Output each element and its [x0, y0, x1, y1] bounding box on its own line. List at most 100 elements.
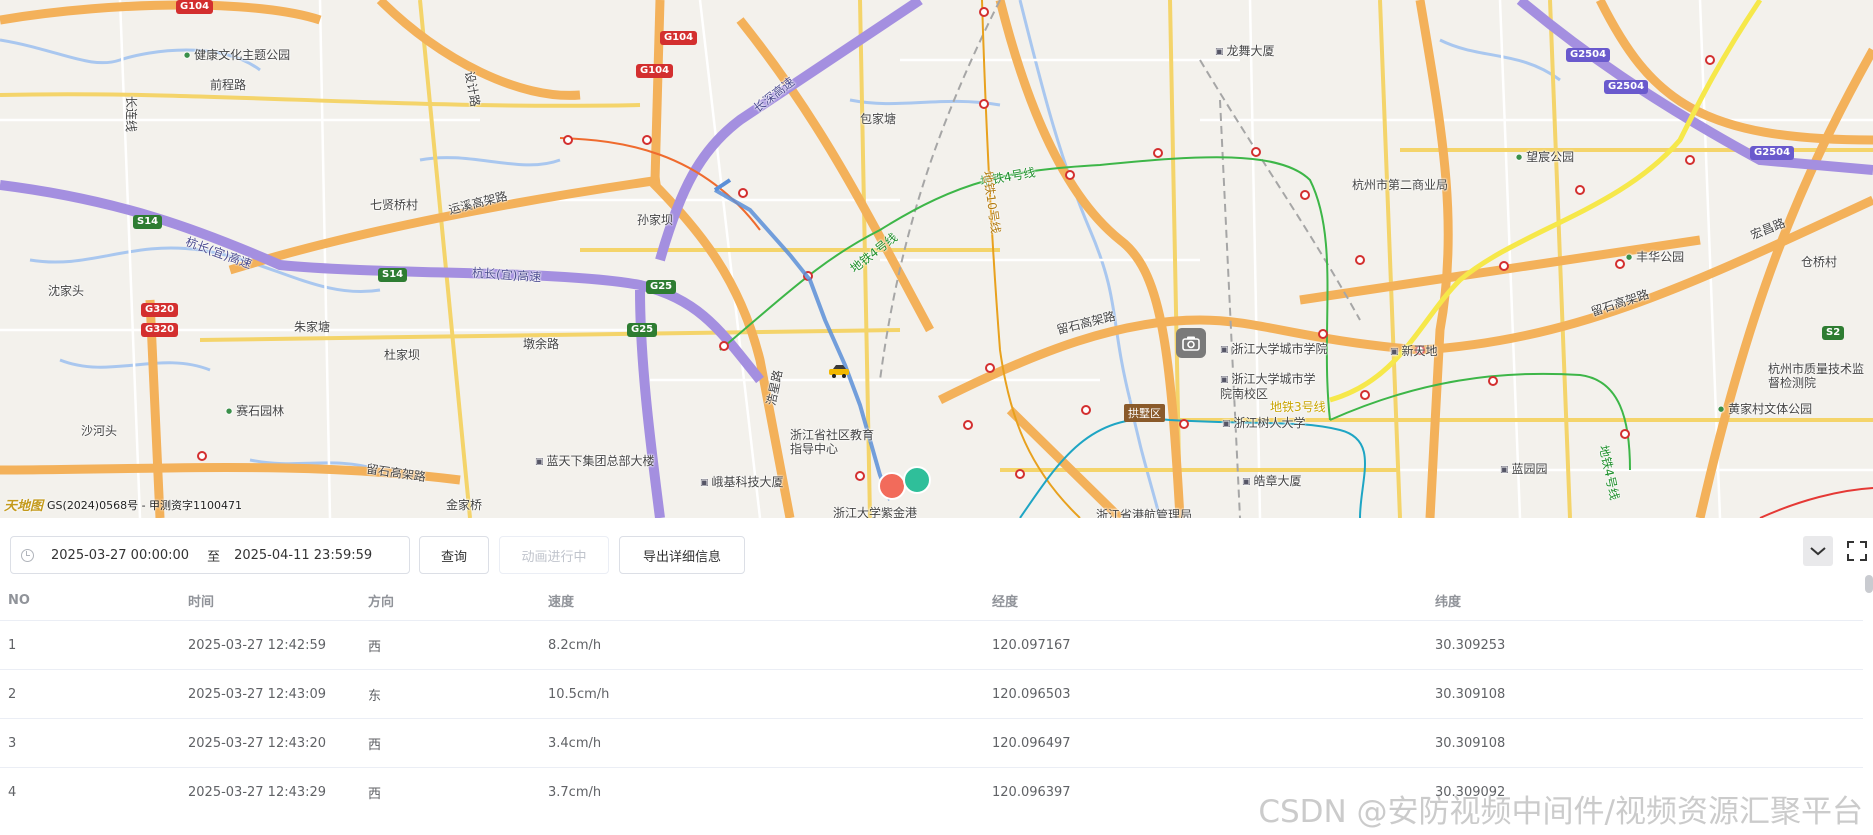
table-row[interactable]: 1 2025-03-27 12:42:59 西 8.2cm/h 120.0971…	[0, 621, 1863, 670]
map-label: 皓章大厦	[1242, 474, 1302, 489]
query-button[interactable]: 查询	[419, 536, 489, 574]
col-header-time[interactable]: 时间	[180, 591, 360, 610]
map-label: 长连线	[124, 96, 138, 133]
map-label: 金家桥	[446, 498, 483, 512]
highway-shield: G25	[627, 323, 658, 337]
map-label: 墩余路	[523, 337, 560, 351]
map-label: 浙江省社区教育指导中心	[790, 428, 875, 456]
highway-shield: G104	[636, 64, 674, 78]
map-label: 浙江大学城市学院	[1220, 342, 1328, 357]
cell-no: 2	[8, 686, 17, 702]
map-label: 蓝园园	[1500, 462, 1548, 477]
table-scrollbar[interactable]	[1865, 575, 1873, 593]
cell-latitude: 30.309108	[1435, 735, 1506, 751]
track-end-marker[interactable]	[903, 466, 931, 494]
cell-time: 2025-03-27 12:43:20	[188, 735, 327, 751]
cell-speed: 3.7cm/h	[548, 784, 602, 800]
cell-no: 3	[8, 735, 17, 751]
track-detail-table: NO 时间 方向 速度 经度 纬度 1 2025-03-27 12:42:59 …	[0, 580, 1863, 816]
range-separator: 至	[207, 549, 221, 565]
map-label: 杭州市第二商业局	[1352, 178, 1449, 192]
map-label: 七贤桥村	[370, 198, 419, 212]
col-header-no[interactable]: NO	[0, 593, 180, 608]
highway-shield: G104	[176, 0, 214, 14]
cell-time: 2025-03-27 12:42:59	[188, 637, 327, 653]
cell-latitude: 30.309253	[1435, 637, 1506, 653]
cell-direction: 东	[368, 688, 382, 704]
vehicle-icon[interactable]	[828, 364, 850, 378]
cell-time: 2025-03-27 12:43:09	[188, 686, 327, 702]
highway-shield: G2504	[1604, 80, 1649, 94]
map-label: 包家塘	[860, 112, 897, 126]
map-label: 峨基科技大厦	[700, 475, 784, 490]
table-row[interactable]: 2 2025-03-27 12:43:09 东 10.5cm/h 120.096…	[0, 670, 1863, 719]
map-label: 杜家坝	[384, 348, 421, 362]
map-label: 孙家坝	[637, 213, 674, 227]
col-header-longitude[interactable]: 经度	[984, 591, 1427, 610]
district-label: 拱墅区	[1124, 404, 1165, 422]
col-header-direction[interactable]: 方向	[360, 591, 540, 610]
copyright-text: GS(2024)0568号 - 甲测资字1100471	[47, 498, 243, 512]
export-details-button[interactable]: 导出详细信息	[619, 536, 745, 574]
map-label: 望宸公园	[1516, 150, 1574, 164]
map-label: 蓝天下集团总部大楼	[535, 454, 655, 469]
cell-direction: 西	[368, 639, 382, 655]
cell-speed: 3.4cm/h	[548, 735, 602, 751]
end-time-input[interactable]: 2025-04-11 23:59:59	[234, 548, 372, 563]
map-label: 浙江大学紫金港	[833, 506, 918, 518]
camera-icon[interactable]	[1176, 328, 1206, 358]
cell-longitude: 120.097167	[992, 637, 1071, 653]
highway-shield: G320	[141, 303, 179, 317]
highway-shield: S14	[133, 215, 163, 229]
map-label: 地铁3号线	[1270, 400, 1326, 414]
map-label: 朱家塘	[294, 320, 331, 334]
cell-direction: 西	[368, 737, 382, 753]
cell-speed: 10.5cm/h	[548, 686, 610, 702]
map-copyright: 天地图 GS(2024)0568号 - 甲测资字1100471	[4, 495, 243, 515]
fullscreen-icon[interactable]	[1842, 536, 1872, 566]
cell-longitude: 120.096503	[992, 686, 1071, 702]
start-time-input[interactable]: 2025-03-27 00:00:00	[51, 548, 189, 563]
cell-no: 4	[8, 784, 17, 800]
cell-latitude: 30.309108	[1435, 686, 1506, 702]
highway-shield: S2	[1822, 326, 1845, 340]
map-label: 丰华公园	[1626, 250, 1684, 264]
cell-longitude: 120.096497	[992, 735, 1071, 751]
track-start-marker[interactable]	[878, 472, 906, 500]
map-label: 浙江省港航管理局	[1096, 508, 1193, 518]
highway-shield: G2504	[1566, 48, 1611, 62]
cell-no: 1	[8, 637, 17, 653]
highway-shield: G2504	[1750, 146, 1795, 160]
col-header-latitude[interactable]: 纬度	[1427, 591, 1863, 610]
map-label: 龙舞大厦	[1215, 44, 1275, 59]
chevron-down-icon[interactable]	[1803, 536, 1833, 566]
map-label: 杭州市质量技术监督检测院	[1768, 362, 1865, 390]
map-label: 新天地	[1390, 344, 1438, 359]
date-range-picker[interactable]: 2025-03-27 00:00:00 至 2025-04-11 23:59:5…	[10, 536, 410, 574]
clock-icon	[21, 548, 34, 562]
highway-shield: G320	[141, 323, 179, 337]
map-view[interactable]: G104 G104 G104 S14 S14 G25 G25 G320 G320…	[0, 0, 1873, 518]
map-label: 沈家头	[48, 284, 85, 298]
cell-time: 2025-03-27 12:43:29	[188, 784, 327, 800]
cell-speed: 8.2cm/h	[548, 637, 602, 653]
animation-button[interactable]: 动画进行中	[499, 536, 609, 574]
map-label: 健康文化主题公园	[184, 48, 290, 62]
map-label: 黄家村文体公园	[1718, 402, 1812, 416]
tianditu-logo: 天地图	[4, 499, 44, 514]
map-label: 浙江大学城市学院南校区	[1220, 372, 1324, 401]
map-label: 浙江树人大学	[1222, 416, 1306, 431]
table-header-row: NO 时间 方向 速度 经度 纬度	[0, 580, 1863, 621]
csdn-watermark: CSDN @安防视频中间件/视频资源汇聚平台	[1258, 794, 1863, 830]
highway-shield: S14	[378, 268, 408, 282]
map-label: 仓桥村	[1801, 255, 1838, 269]
map-label: 沙河头	[81, 424, 118, 438]
map-label: 赛石园林	[226, 404, 284, 418]
highway-shield: G25	[646, 280, 677, 294]
query-toolbar: 2025-03-27 00:00:00 至 2025-04-11 23:59:5…	[0, 534, 1873, 578]
map-base-layer	[0, 0, 1873, 518]
cell-direction: 西	[368, 786, 382, 802]
table-row[interactable]: 3 2025-03-27 12:43:20 西 3.4cm/h 120.0964…	[0, 719, 1863, 768]
col-header-speed[interactable]: 速度	[540, 591, 984, 610]
highway-shield: G104	[660, 31, 698, 45]
